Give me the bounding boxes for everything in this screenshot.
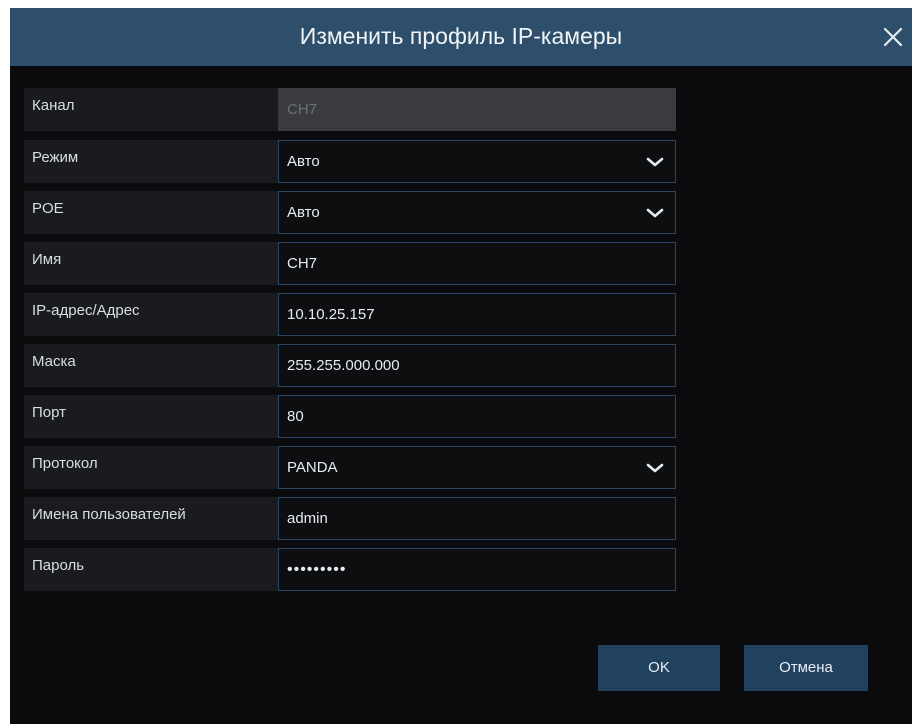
port-row: Порт 80 (24, 395, 676, 438)
username-label: Имена пользователей (32, 506, 186, 523)
channel-label: Канал (32, 97, 75, 114)
protocol-select[interactable]: PANDA (278, 446, 676, 489)
channel-field: CH7 (278, 88, 676, 131)
mode-value: Авто (287, 153, 320, 170)
protocol-value: PANDA (287, 459, 338, 476)
protocol-row: Протокол PANDA (24, 446, 676, 489)
poe-value: Авто (287, 204, 320, 221)
poe-row: POE Авто (24, 191, 676, 234)
cancel-button[interactable]: Отмена (744, 645, 868, 691)
ip-row: IP-адрес/Адрес 10.10.25.157 (24, 293, 676, 336)
dialog-title: Изменить профиль IP-камеры (299, 23, 623, 49)
port-label: Порт (32, 404, 67, 421)
mask-row: Маска 255.255.000.000 (24, 344, 676, 387)
port-input[interactable]: 80 (278, 395, 676, 438)
username-row: Имена пользователей admin (24, 497, 676, 540)
mode-row: Режим Авто (24, 140, 676, 183)
edit-ip-camera-dialog: Изменить профиль IP-камеры Канал CH7 Реж… (10, 8, 912, 724)
password-input[interactable]: ••••••••• (278, 548, 676, 591)
password-row: Пароль ••••••••• (24, 548, 676, 591)
name-row: Имя CH7 (24, 242, 676, 285)
poe-label: POE (32, 200, 64, 217)
poe-select[interactable]: Авто (278, 191, 676, 234)
ip-input[interactable]: 10.10.25.157 (278, 293, 676, 336)
password-label: Пароль (32, 557, 85, 574)
mask-label: Маска (32, 353, 76, 370)
ip-label: IP-адрес/Адрес (32, 302, 140, 319)
name-label: Имя (32, 251, 62, 268)
username-input[interactable]: admin (278, 497, 676, 540)
chevron-down-icon (646, 157, 664, 167)
protocol-label: Протокол (32, 455, 98, 472)
mode-select[interactable]: Авто (278, 140, 676, 183)
channel-row: Канал CH7 (24, 88, 676, 131)
ok-button[interactable]: OK (598, 645, 720, 691)
close-icon[interactable] (878, 22, 908, 52)
mask-input[interactable]: 255.255.000.000 (278, 344, 676, 387)
chevron-down-icon (646, 208, 664, 218)
title-bar: Изменить профиль IP-камеры (10, 8, 912, 66)
chevron-down-icon (646, 463, 664, 473)
name-input[interactable]: CH7 (278, 242, 676, 285)
mode-label: Режим (32, 149, 79, 166)
